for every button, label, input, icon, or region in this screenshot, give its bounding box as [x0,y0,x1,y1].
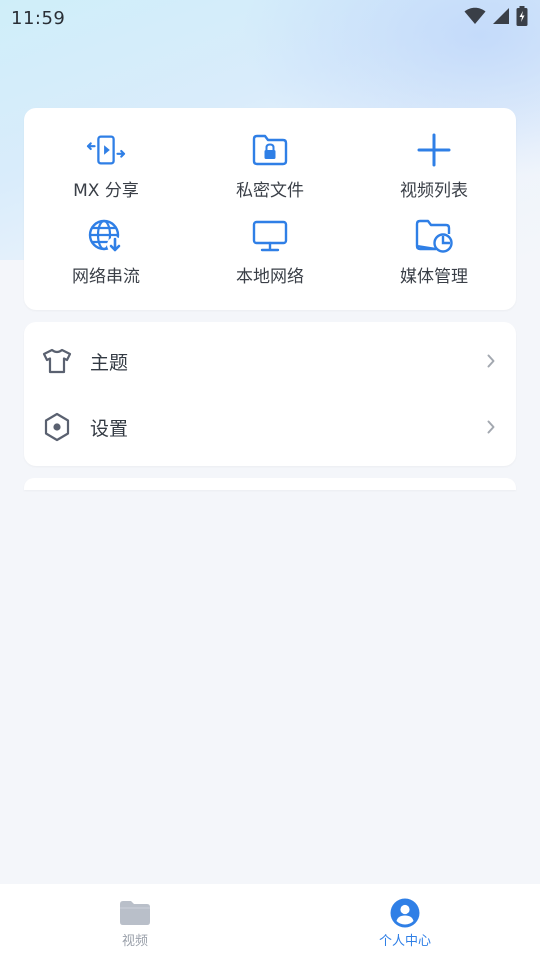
user-icon [388,898,422,928]
private-folder-icon [250,130,290,170]
mx-share-label: MX 分享 [73,181,139,201]
plus-icon [414,130,454,170]
private-files-button[interactable]: 私密文件 [188,130,352,216]
menu-item-settings-label: 设置 [90,417,129,440]
media-management-label: 媒体管理 [400,267,468,287]
menu-item-theme[interactable]: 主题 [24,328,516,394]
tshirt-icon [42,346,72,376]
chevron-right-icon [484,419,498,435]
partial-card [24,478,516,490]
status-time: 11:59 [11,7,66,29]
share-transfer-icon [86,130,126,170]
network-stream-button[interactable]: 网络串流 [24,216,188,302]
cellular-signal-icon [492,7,510,29]
nav-tab-profile[interactable]: 个人中心 [270,884,540,960]
private-files-label: 私密文件 [236,181,304,201]
battery-charging-icon [516,6,528,30]
quick-actions-card: MX 分享 私密文件 视频列表 网络串流 本地网络 媒体管理 [24,108,516,310]
video-list-label: 视频列表 [400,181,468,201]
monitor-icon [250,216,290,256]
media-management-button[interactable]: 媒体管理 [352,216,516,302]
media-folder-icon [414,216,454,256]
status-icons [464,6,528,30]
folder-icon [118,898,152,928]
nav-tab-videos[interactable]: 视频 [0,884,270,960]
status-bar: 11:59 [0,0,540,36]
local-network-button[interactable]: 本地网络 [188,216,352,302]
menu-item-theme-label: 主题 [90,351,129,374]
nav-tab-videos-label: 视频 [121,934,148,949]
quick-actions-grid: MX 分享 私密文件 视频列表 网络串流 本地网络 媒体管理 [24,108,516,302]
chevron-right-icon [484,353,498,369]
network-stream-label: 网络串流 [72,267,140,287]
local-network-label: 本地网络 [236,267,304,287]
bottom-navigation: 视频 个人中心 [0,884,540,960]
wifi-icon [464,7,486,29]
menu-item-settings[interactable]: 设置 [24,394,516,460]
hexagon-settings-icon [42,412,72,442]
mx-share-button[interactable]: MX 分享 [24,130,188,216]
settings-menu-card: 主题 设置 [24,322,516,466]
nav-tab-profile-label: 个人中心 [378,934,431,949]
globe-download-icon [86,216,126,256]
video-list-button[interactable]: 视频列表 [352,130,516,216]
